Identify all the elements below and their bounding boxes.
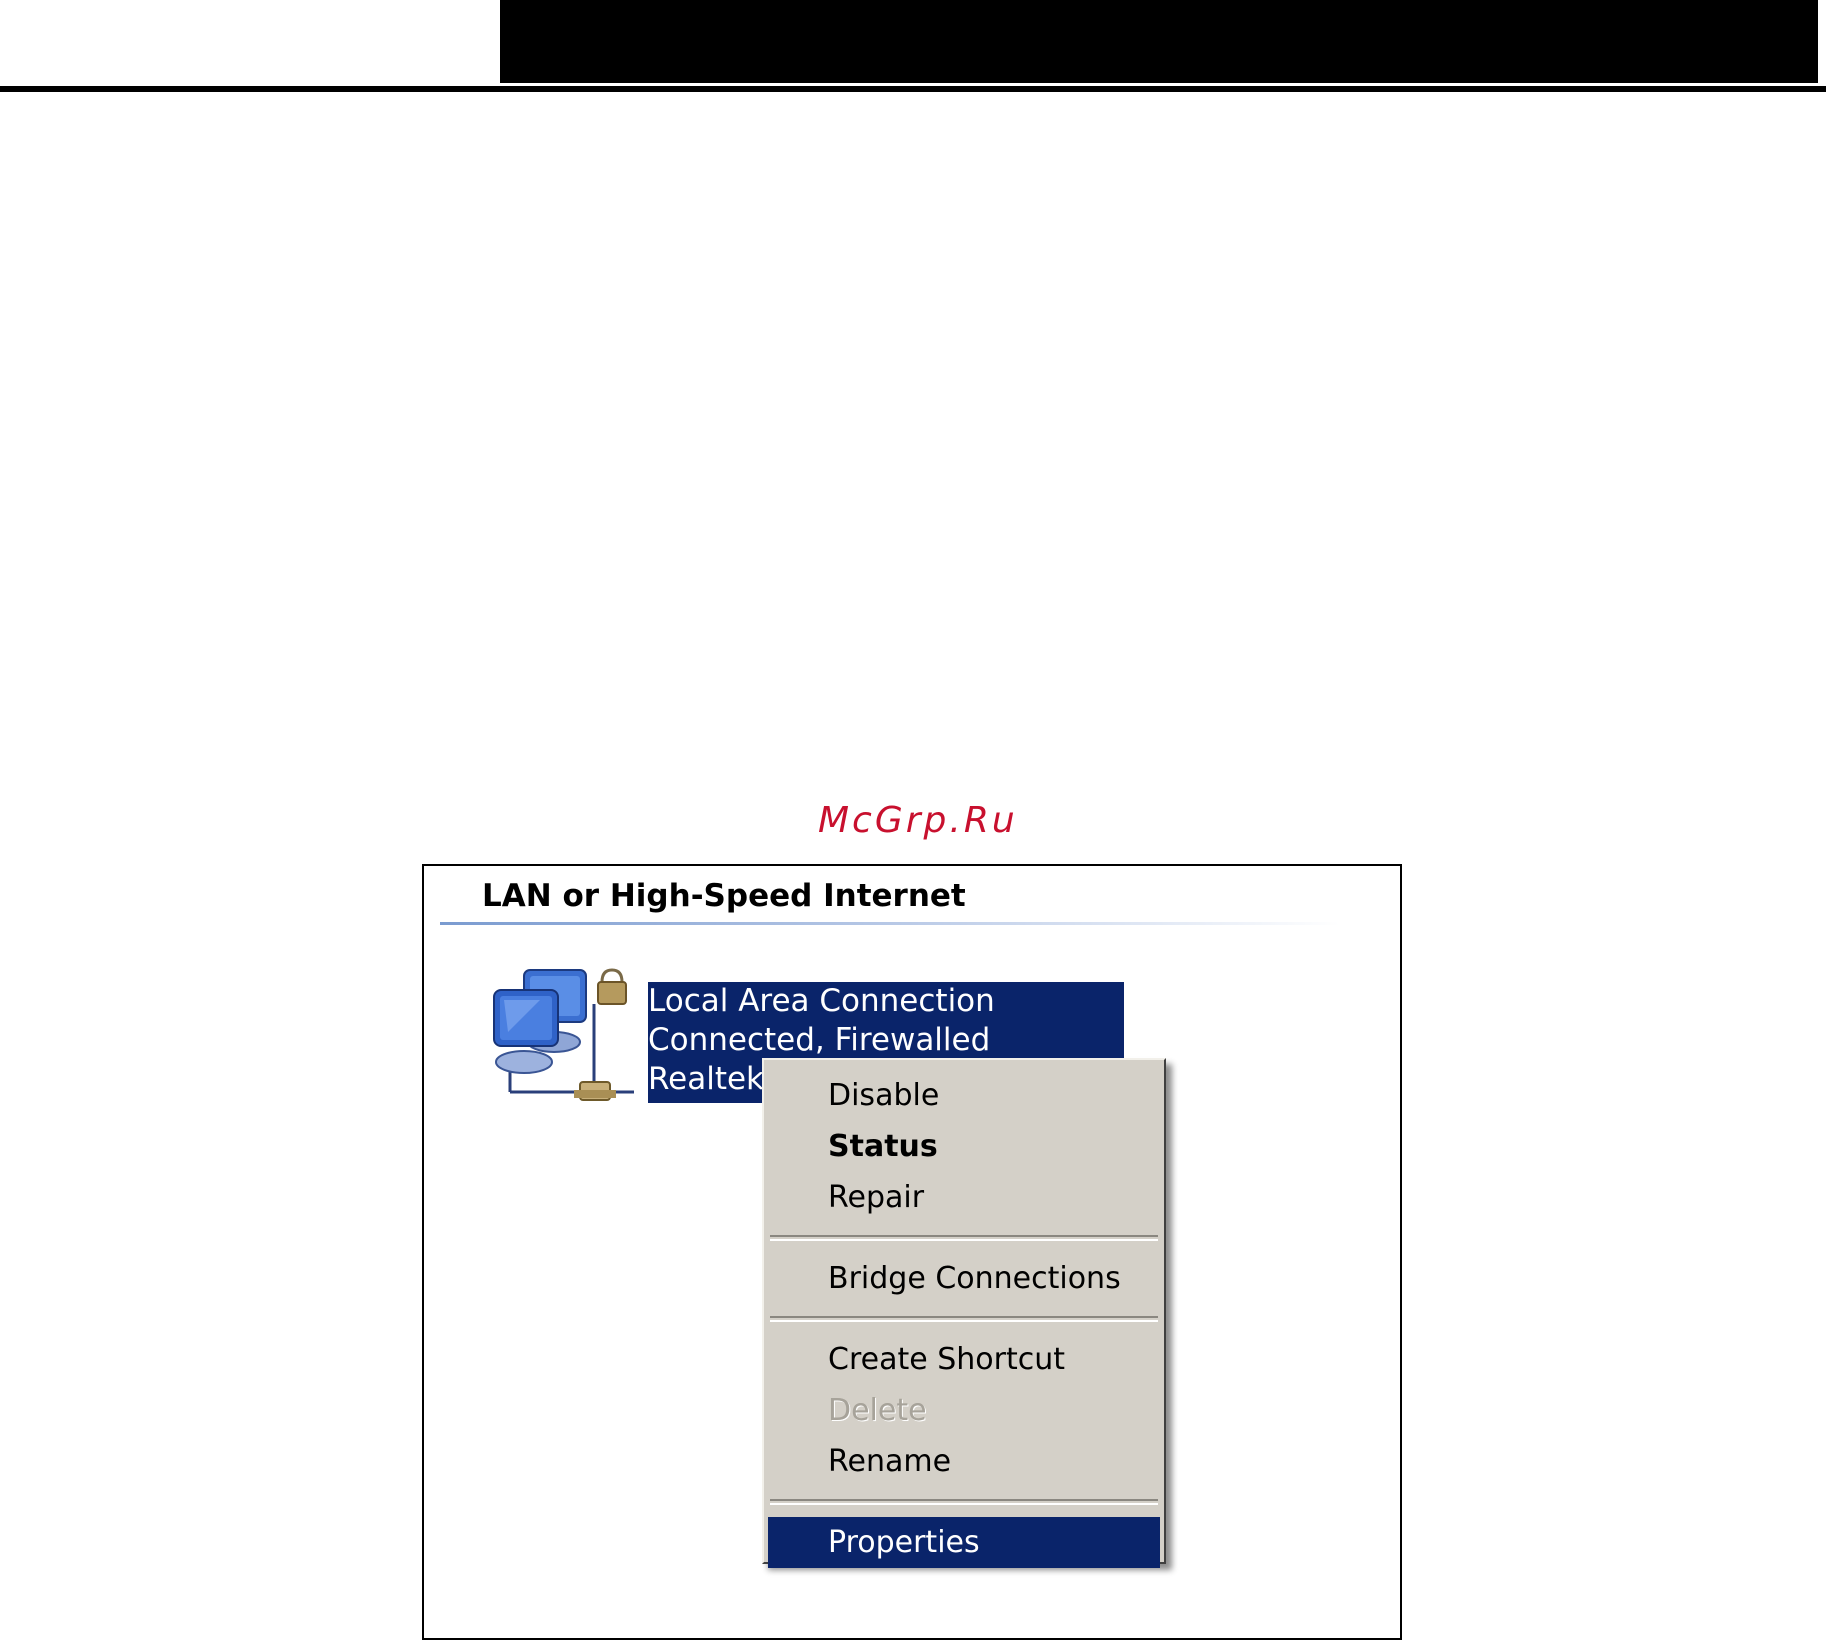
lock-icon bbox=[597, 968, 627, 1005]
menu-item-create-shortcut[interactable]: Create Shortcut bbox=[768, 1334, 1160, 1385]
menu-item-delete: Delete bbox=[828, 1393, 927, 1428]
menu-item-rename[interactable]: Rename bbox=[768, 1436, 1160, 1487]
menu-item-properties[interactable]: Properties bbox=[768, 1517, 1160, 1568]
header-rule bbox=[0, 86, 1826, 92]
menu-separator bbox=[770, 1235, 1158, 1241]
network-computers-icon[interactable] bbox=[484, 966, 654, 1116]
menu-item-status[interactable]: Status bbox=[768, 1121, 1160, 1172]
menu-item-disable[interactable]: Disable bbox=[768, 1070, 1160, 1121]
menu-item-bridge-connections[interactable]: Bridge Connections bbox=[768, 1253, 1160, 1304]
connection-name: Local Area Connection bbox=[648, 983, 995, 1019]
menu-item-repair[interactable]: Repair bbox=[768, 1172, 1160, 1223]
group-divider bbox=[440, 922, 1340, 925]
watermark: McGrp.Ru bbox=[818, 800, 1018, 841]
context-menu: Disable Status Repair Bridge Connections… bbox=[762, 1058, 1166, 1568]
connection-status: Connected, Firewalled bbox=[648, 1022, 991, 1058]
menu-separator bbox=[770, 1316, 1158, 1322]
group-title: LAN or High-Speed Internet bbox=[482, 878, 966, 914]
header-bar bbox=[500, 0, 1818, 83]
menu-separator bbox=[770, 1499, 1158, 1505]
